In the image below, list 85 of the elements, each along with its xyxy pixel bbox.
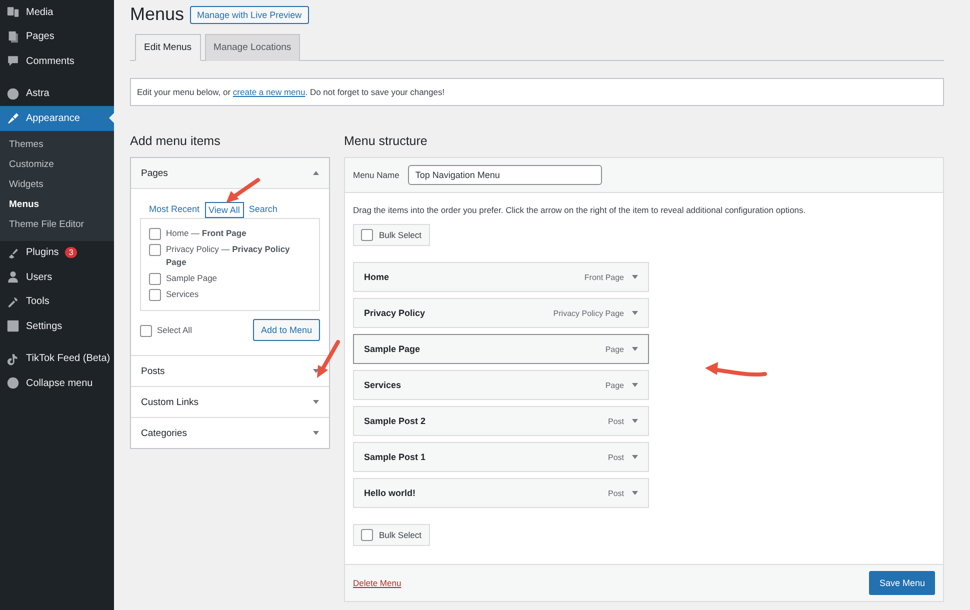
- menu-item[interactable]: Sample Post 1 Post: [353, 442, 649, 472]
- caret-icon[interactable]: [632, 275, 638, 279]
- menu-item-title: Privacy Policy: [364, 308, 426, 318]
- caret-icon[interactable]: [632, 383, 638, 387]
- caret-icon[interactable]: [632, 311, 638, 315]
- section-heading: Add menu items: [130, 134, 222, 148]
- menu-item[interactable]: Services Page: [353, 370, 649, 400]
- appearance-icon: [6, 111, 20, 126]
- menu-item-type: Page: [605, 344, 624, 354]
- sidebar-item[interactable]: Astra: [0, 82, 114, 106]
- menu-item-title: Home: [364, 272, 390, 282]
- bulk-select-button[interactable]: Bulk Select: [353, 524, 430, 546]
- checkbox[interactable]: [149, 244, 161, 256]
- create-menu-link[interactable]: create a new menu: [232, 87, 306, 97]
- note-icon: [6, 352, 20, 366]
- sidebar-item[interactable]: Plugins 3: [0, 240, 114, 265]
- menu-item[interactable]: Privacy Policy Privacy Policy Page: [353, 298, 649, 328]
- bulk-select-button[interactable]: Bulk Select: [353, 224, 430, 246]
- sidebar-item[interactable]: Appearance: [0, 106, 114, 130]
- page-label: Privacy Policy — Privacy Policy Page: [166, 243, 291, 269]
- submenu-item[interactable]: Theme File Editor: [0, 214, 114, 234]
- add-to-menu-button[interactable]: Add to Menu: [252, 319, 320, 341]
- submenu-item[interactable]: Widgets: [0, 174, 114, 194]
- tab[interactable]: Manage Locations: [204, 34, 300, 61]
- sidebar-item[interactable]: Collapse menu: [0, 371, 114, 396]
- settings-icon: [6, 319, 20, 334]
- caret-icon[interactable]: [632, 455, 638, 459]
- menu-name-field[interactable]: Top Navigation Menu: [408, 165, 602, 185]
- live-preview-button[interactable]: Manage with Live Preview: [190, 6, 309, 24]
- menu-name-label: Menu Name: [353, 170, 400, 180]
- caret-icon[interactable]: [632, 347, 638, 351]
- count-badge: 3: [64, 247, 78, 258]
- menu-item-type: Page: [605, 380, 624, 390]
- caret-icon[interactable]: [632, 419, 638, 423]
- page-title: Menus: [130, 4, 184, 25]
- tab[interactable]: View All: [204, 202, 244, 218]
- delete-menu-link[interactable]: Delete Menu: [353, 578, 402, 588]
- sidebar-item[interactable]: Users: [0, 265, 114, 290]
- users-icon: [6, 270, 20, 284]
- checkbox[interactable]: [149, 228, 161, 240]
- menu-item-type: Privacy Policy Page: [553, 308, 624, 318]
- submenu-item[interactable]: Menus: [0, 194, 114, 214]
- sidebar-item[interactable]: Tools: [0, 290, 114, 314]
- accordion-header[interactable]: Pages: [131, 158, 329, 189]
- media-icon: [6, 5, 20, 20]
- page-label: Sample Page: [166, 272, 218, 285]
- page-label: Services: [166, 288, 200, 301]
- tab[interactable]: Most Recent: [146, 202, 203, 218]
- accordion-header[interactable]: Categories: [131, 418, 329, 448]
- notice-text: Edit your menu below, or create a new menu. Do not forget to save your changes!: [130, 78, 944, 106]
- menu-item-title: Sample Post 2: [364, 416, 427, 426]
- menu-item[interactable]: Home Front Page: [353, 262, 649, 292]
- section-heading: Menu structure: [344, 134, 428, 148]
- sidebar-item[interactable]: Pages: [0, 24, 114, 49]
- accordion-header[interactable]: Custom Links: [131, 387, 329, 417]
- checkbox[interactable]: [140, 324, 152, 336]
- save-menu-button[interactable]: Save Menu: [869, 571, 935, 595]
- comments-icon: [6, 54, 20, 68]
- submenu-item[interactable]: Themes: [0, 134, 114, 154]
- page-label: Home — Front Page: [166, 227, 248, 240]
- sidebar-item[interactable]: Media: [0, 0, 114, 24]
- menu-item-title: Sample Post 1: [364, 452, 427, 462]
- caret-icon[interactable]: [632, 491, 638, 495]
- checkbox[interactable]: [149, 273, 161, 285]
- menu-item-type: Post: [608, 452, 624, 462]
- pages-icon: [6, 30, 20, 44]
- instructions-text: Drag the items into the order you prefer. Click the arrow on the right of the item to reveal additional configuration options.: [353, 205, 807, 215]
- checkbox[interactable]: [149, 289, 161, 301]
- tab[interactable]: Edit Menus: [135, 34, 201, 61]
- menu-item-type: Post: [608, 416, 624, 426]
- menu-item-title: Hello world!: [364, 488, 416, 498]
- sidebar-item[interactable]: TikTok Feed (Beta): [0, 346, 114, 371]
- tab[interactable]: Search: [246, 202, 280, 218]
- tools-icon: [6, 294, 20, 309]
- select-all-label: Select All: [157, 324, 192, 336]
- menu-item-title: Sample Page: [364, 344, 422, 354]
- menu-item[interactable]: Sample Page Page: [353, 334, 649, 364]
- submenu-item[interactable]: Customize: [0, 154, 114, 174]
- menu-item-type: Post: [608, 488, 624, 498]
- menu-item-type: Front Page: [584, 272, 624, 282]
- menu-item[interactable]: Sample Post 2 Post: [353, 406, 649, 436]
- sidebar-item[interactable]: Settings: [0, 314, 114, 338]
- menu-item[interactable]: Hello world! Post: [353, 478, 649, 508]
- sidebar-item[interactable]: Comments: [0, 49, 114, 74]
- menu-item-title: Services: [364, 380, 402, 390]
